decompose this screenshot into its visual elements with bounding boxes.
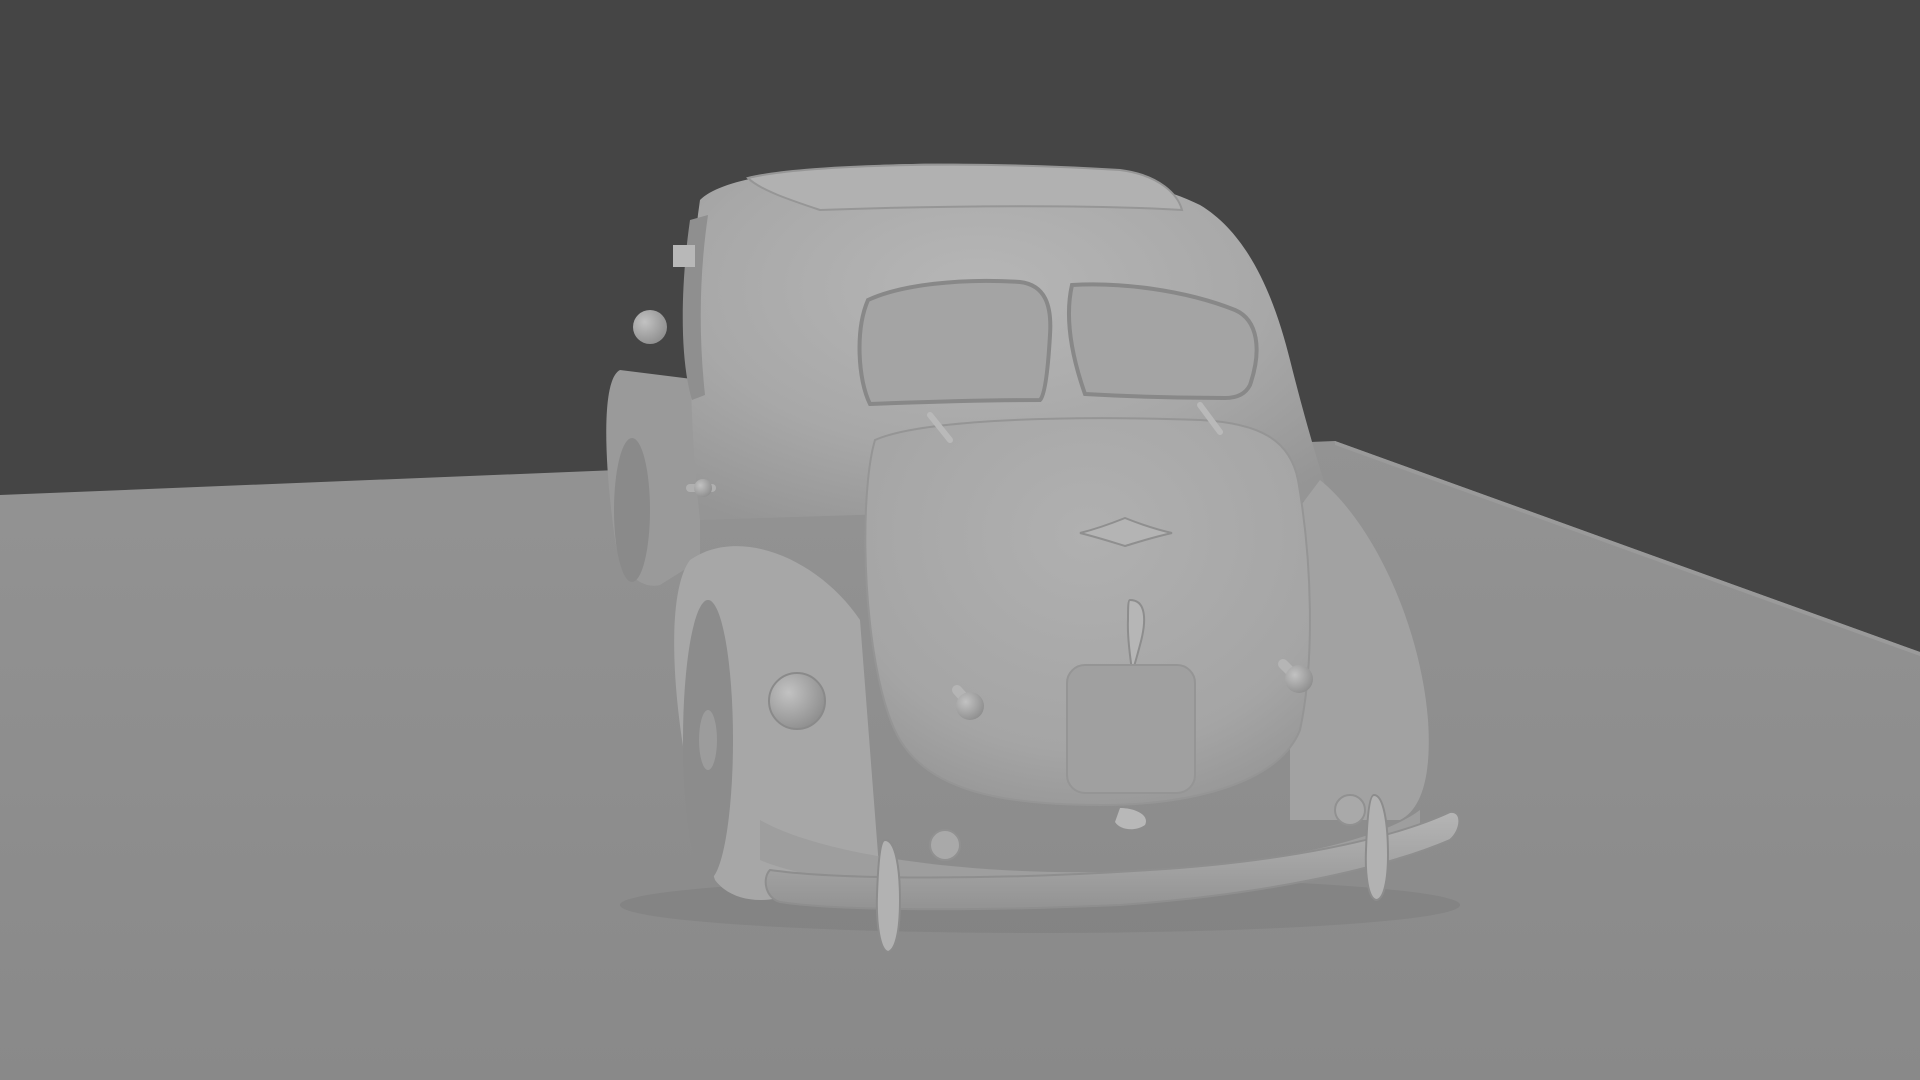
rear-window-left [857, 278, 1053, 407]
rear-left-far-wheel [614, 438, 650, 582]
bumper-guard-left [875, 838, 902, 954]
scene-render [0, 0, 1920, 1080]
bumper-guard-right [1364, 793, 1390, 902]
side-mirror [633, 310, 667, 344]
roof-panel [746, 163, 1184, 212]
side-mirror-bracket [673, 245, 695, 267]
tail-light-left [768, 672, 826, 730]
render-viewport [0, 0, 1920, 1080]
license-plate-recess [1066, 664, 1196, 794]
rear-left-wheel-hub [699, 710, 717, 770]
reflector-right [1334, 794, 1366, 826]
reflector-left [929, 829, 961, 861]
